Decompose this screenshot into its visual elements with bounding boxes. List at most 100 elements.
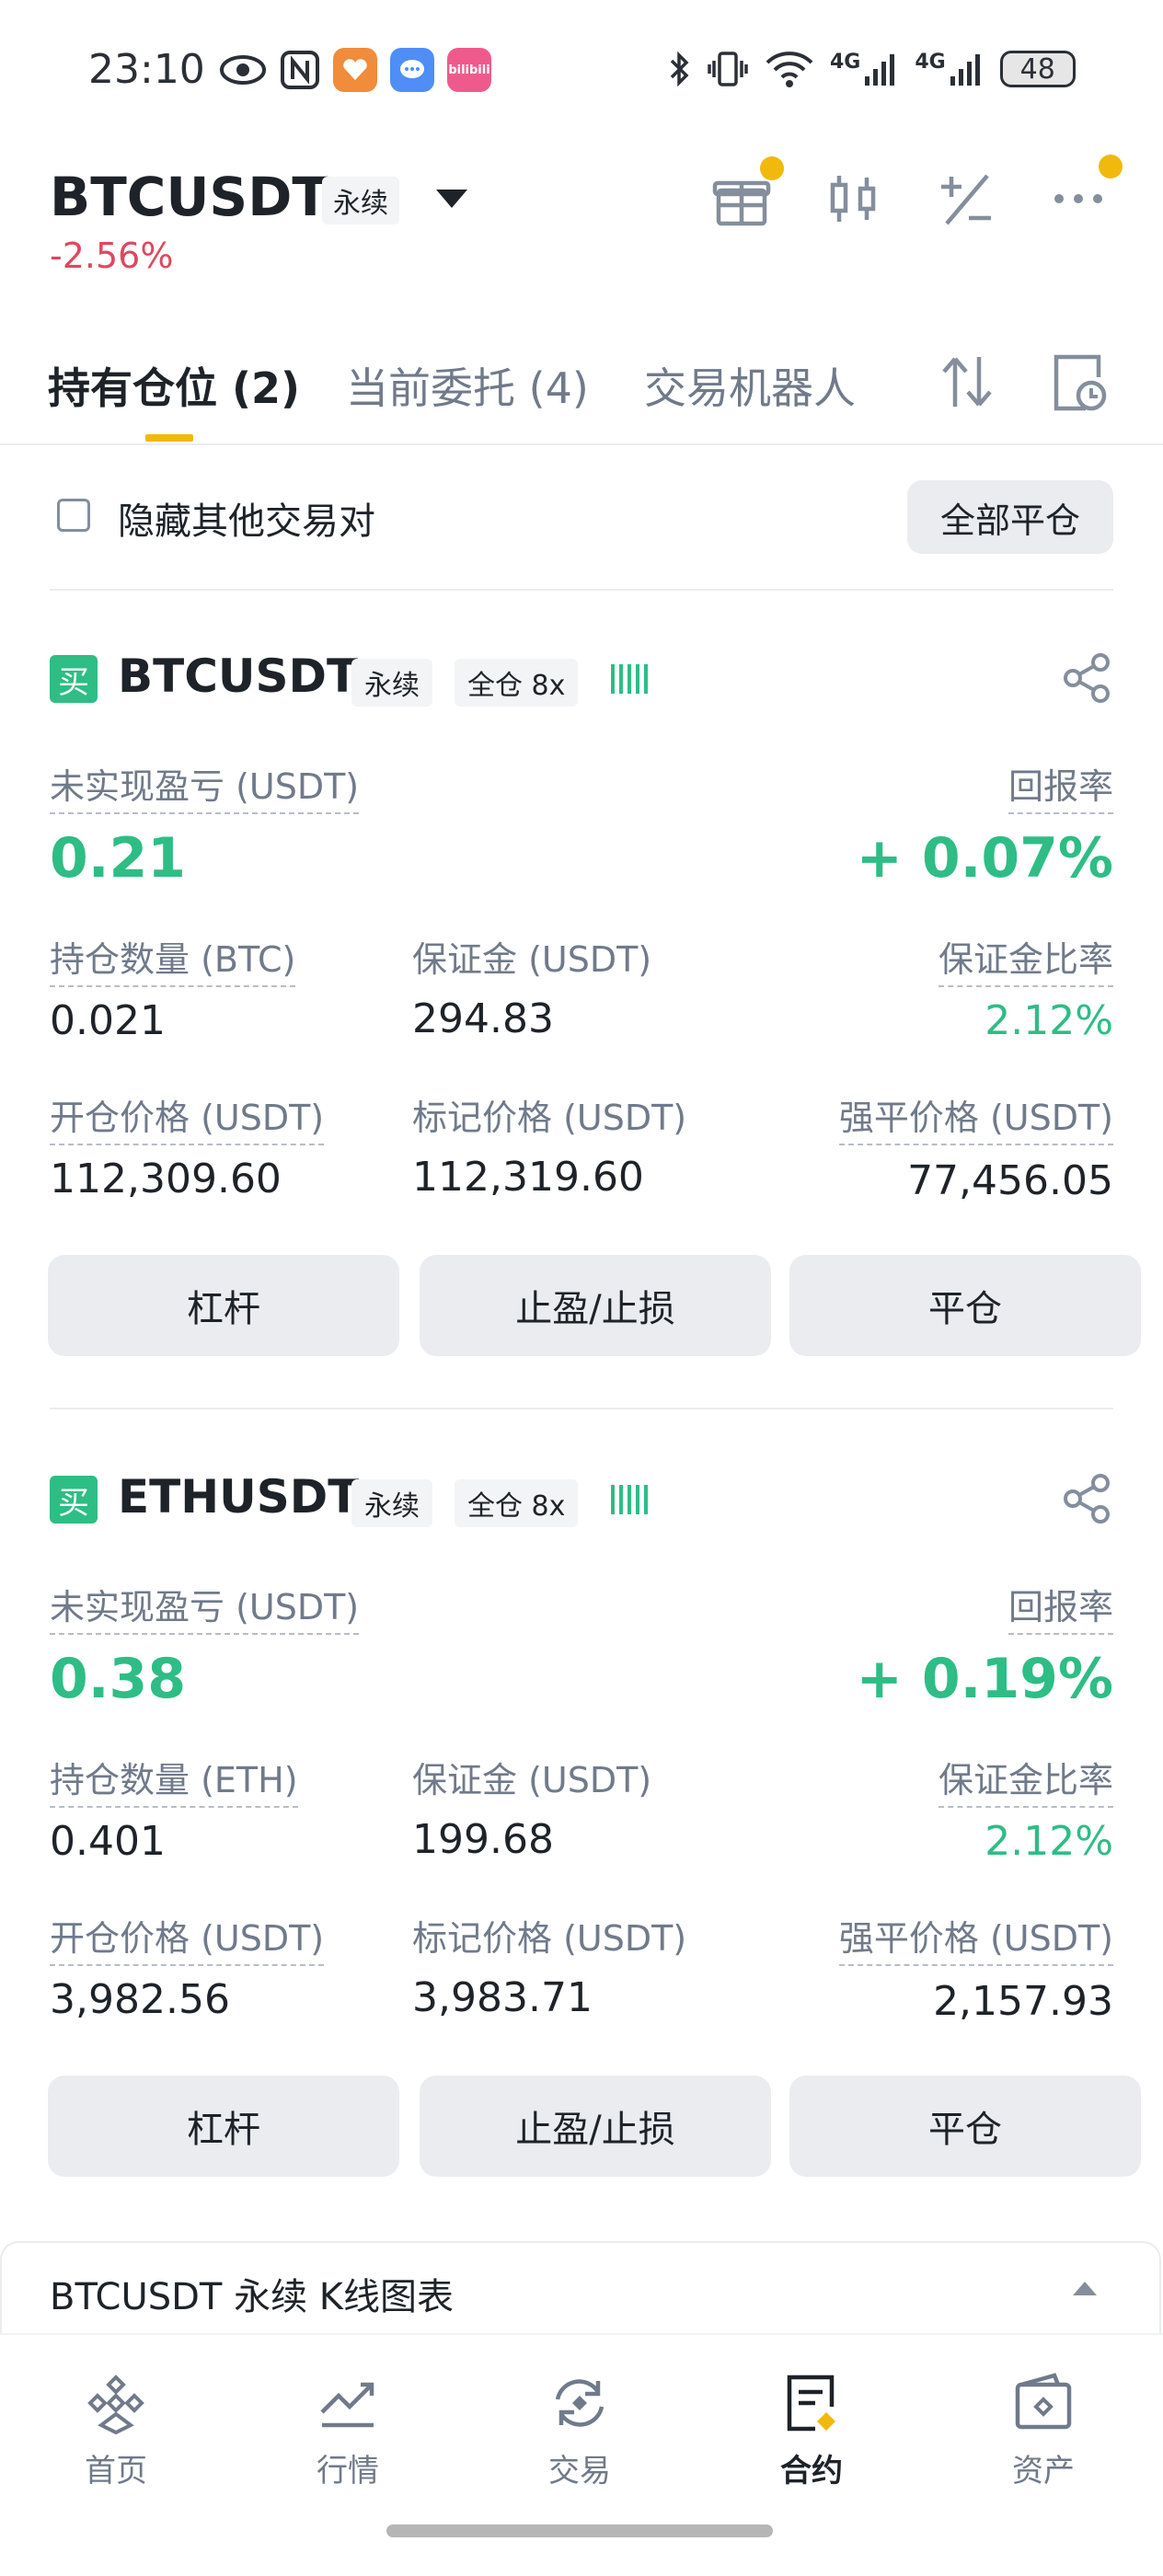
nav-label: 首页	[85, 2453, 147, 2490]
mark-price-label: 标记价格 (USDT)	[412, 1098, 687, 1138]
liquidation-price-label[interactable]: 强平价格 (USDT)	[838, 1910, 1113, 1966]
tab-open-orders[interactable]: 当前委托 (4)	[346, 355, 589, 416]
history-icon[interactable]	[1049, 350, 1110, 418]
adl-indicator-icon	[611, 1483, 648, 1514]
position-symbol[interactable]: ETHUSDT	[118, 1470, 359, 1524]
tp-sl-button[interactable]: 止盈/止损	[420, 1255, 771, 1356]
signal-bars-icon	[950, 54, 980, 86]
share-icon[interactable]	[1060, 1472, 1113, 1529]
close-position-button[interactable]: 平仓	[789, 1255, 1141, 1356]
margin-ratio-value: 2.12%	[985, 997, 1113, 1044]
margin-ratio-label[interactable]: 保证金比率	[938, 931, 1113, 987]
position-size-label[interactable]: 持仓数量 (ETH)	[50, 1752, 298, 1808]
buy-side-badge: 买	[50, 655, 98, 703]
futures-icon	[787, 2375, 835, 2432]
unrealized-pnl-label[interactable]: 未实现盈亏 (USDT)	[50, 1579, 360, 1635]
nav-label: 交易	[548, 2453, 611, 2490]
mark-price-value: 112,319.60	[412, 1154, 644, 1201]
entry-price-value: 3,982.56	[50, 1976, 230, 2023]
wifi-icon	[766, 52, 813, 87]
nav-item-futures[interactable]: 合约	[738, 2370, 885, 2490]
divider	[50, 589, 1113, 591]
unrealized-pnl-value: 0.38	[50, 1647, 187, 1711]
roe-label[interactable]: 回报率	[1008, 1579, 1113, 1635]
pair-dropdown-caret-icon[interactable]	[436, 190, 467, 208]
gift-notification-dot	[760, 156, 784, 180]
nfc-icon	[281, 51, 319, 89]
hide-other-pairs-label: 隐藏其他交易对	[118, 500, 375, 543]
margin-mode-tag[interactable]: 全仓 8x	[455, 1479, 579, 1527]
nav-item-assets[interactable]: 资产	[970, 2370, 1117, 2490]
close-all-button[interactable]: 全部平仓	[907, 480, 1113, 554]
entry-price-label[interactable]: 开仓价格 (USDT)	[50, 1910, 325, 1966]
contract-type-tag: 永续	[351, 659, 432, 707]
share-icon[interactable]	[1060, 651, 1113, 708]
tabs-divider	[0, 443, 1163, 445]
margin-ratio-label[interactable]: 保证金比率	[938, 1752, 1113, 1808]
signal-bars-icon	[865, 54, 895, 86]
mark-price-label: 标记价格 (USDT)	[412, 1918, 687, 1959]
entry-price-value: 112,309.60	[50, 1156, 282, 1202]
tab-trading-bots[interactable]: 交易机器人	[644, 355, 856, 416]
adl-indicator-icon	[611, 662, 648, 694]
divider	[50, 1408, 1113, 1409]
tp-sl-button[interactable]: 止盈/止损	[420, 2076, 771, 2177]
buy-side-badge: 买	[50, 1476, 98, 1524]
bluetooth-icon	[670, 51, 689, 87]
more-notification-dot	[1099, 155, 1123, 178]
mark-price-value: 3,983.71	[412, 1974, 593, 2021]
signal-1: 4G	[830, 51, 900, 87]
nav-item-home[interactable]: 首页	[42, 2370, 190, 2490]
contract-type-tag: 永续	[351, 1479, 432, 1527]
position-size-value: 0.401	[50, 1818, 166, 1865]
margin-label: 保证金 (USDT)	[412, 1760, 652, 1800]
network-type-2: 4G	[915, 51, 946, 74]
margin-mode-tag[interactable]: 全仓 8x	[455, 659, 579, 707]
bilibili-app-label: bilibili	[448, 63, 490, 77]
nav-item-markets[interactable]: 行情	[274, 2370, 421, 2490]
home-icon	[87, 2375, 144, 2435]
leverage-button[interactable]: 杠杆	[48, 1255, 399, 1356]
position-size-label[interactable]: 持仓数量 (BTC)	[50, 931, 296, 987]
candlestick-icon[interactable]	[817, 162, 891, 236]
home-gesture-bar[interactable]	[386, 2524, 773, 2537]
entry-price-label[interactable]: 开仓价格 (USDT)	[50, 1089, 325, 1145]
margin-mode: 全仓	[467, 1490, 523, 1523]
hide-other-pairs-checkbox[interactable]	[57, 499, 90, 532]
nav-label: 资产	[1012, 2453, 1075, 2490]
kline-chart-label: BTCUSDT 永续 K线图表	[50, 2276, 455, 2318]
margin-mode: 全仓	[467, 670, 523, 702]
unrealized-pnl-label[interactable]: 未实现盈亏 (USDT)	[50, 758, 360, 814]
margin-ratio-value: 2.12%	[985, 1818, 1113, 1865]
margin-label: 保证金 (USDT)	[412, 939, 652, 980]
liquidation-price-label[interactable]: 强平价格 (USDT)	[838, 1089, 1113, 1145]
price-change-pct: -2.56%	[50, 236, 174, 276]
nav-label: 合约	[780, 2453, 843, 2490]
nav-item-trade[interactable]: 交易	[506, 2370, 653, 2490]
chat-app-icon	[390, 48, 434, 92]
close-position-button[interactable]: 平仓	[789, 2076, 1141, 2177]
network-type-1: 4G	[830, 51, 861, 74]
expand-caret-icon[interactable]	[1073, 2282, 1097, 2295]
position-symbol[interactable]: BTCUSDT	[118, 650, 358, 703]
roe-label[interactable]: 回报率	[1008, 758, 1113, 814]
active-tab-indicator	[145, 434, 193, 442]
plus-minus-icon[interactable]	[929, 162, 1003, 236]
bilibili-app-icon: bilibili	[447, 48, 491, 92]
nav-label: 行情	[317, 2453, 379, 2490]
leverage-button[interactable]: 杠杆	[48, 2076, 399, 2177]
markets-icon	[320, 2382, 374, 2428]
liquidation-price-value: 2,157.93	[933, 1978, 1113, 2025]
position-size-value: 0.021	[50, 997, 166, 1044]
leverage: 8x	[531, 1490, 566, 1523]
sort-icon[interactable]	[938, 351, 996, 416]
roe-value: + 0.07%	[856, 826, 1113, 891]
wallet-icon	[1015, 2373, 1072, 2430]
pair-symbol[interactable]: BTCUSDT	[50, 166, 328, 228]
tab-positions[interactable]: 持有仓位 (2)	[48, 355, 300, 416]
liquidation-price-value: 77,456.05	[907, 1157, 1113, 1204]
status-time: 23:10	[88, 46, 205, 93]
nav-divider	[0, 2333, 1163, 2335]
battery-indicator: 48	[999, 51, 1076, 87]
status-indicators: 4G 4G 48	[666, 50, 1076, 88]
